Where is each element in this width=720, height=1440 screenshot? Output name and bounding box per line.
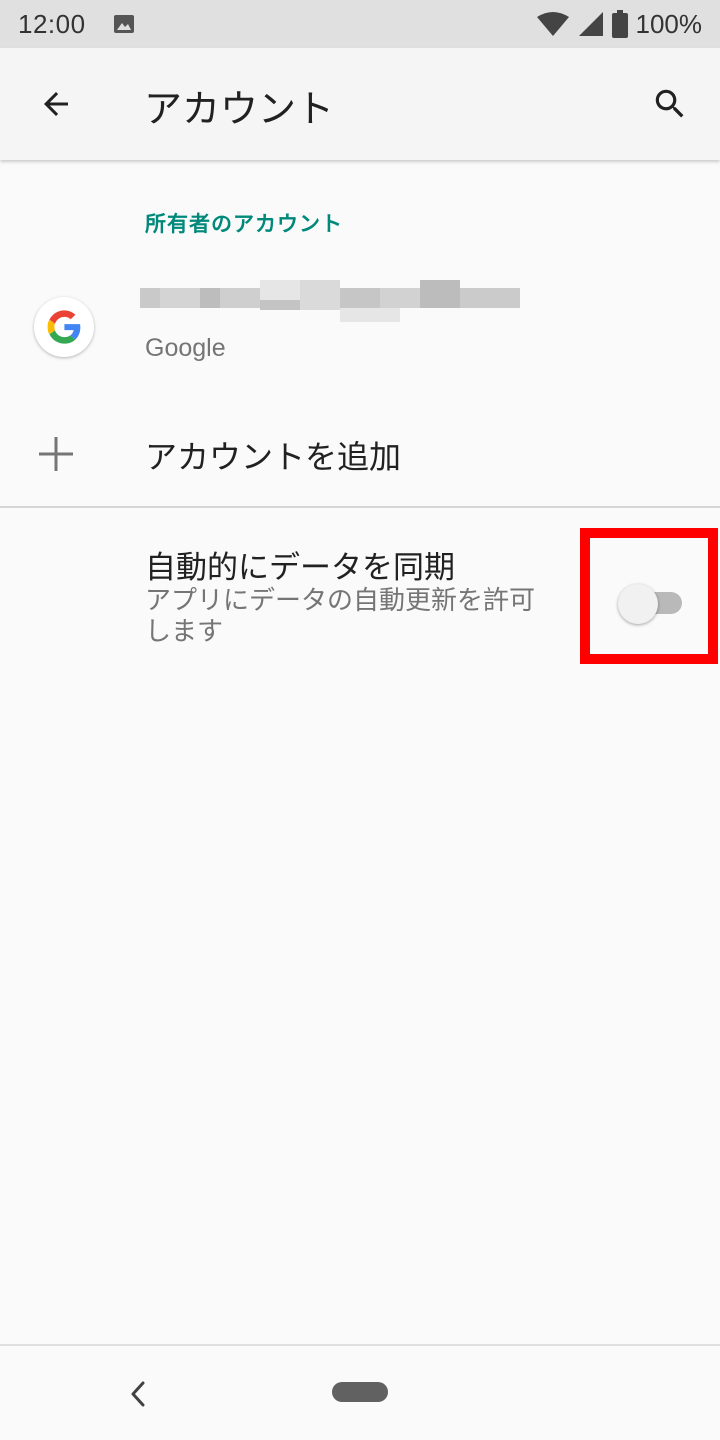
arrow-back-icon — [44, 92, 68, 116]
redacted-account-email — [140, 280, 520, 322]
nav-back-button[interactable] — [118, 1374, 158, 1414]
wifi-icon — [536, 12, 569, 36]
search-button[interactable] — [638, 76, 702, 132]
screen: 12:00 100% アカウント 所有者のアカウント Google アカウントを… — [0, 0, 720, 1440]
auto-sync-summary: アプリにデータの自動更新を許可します — [145, 586, 536, 647]
battery-percentage: 100% — [635, 8, 703, 39]
google-account-row[interactable]: Google — [0, 262, 720, 382]
cell-signal-icon — [578, 12, 603, 36]
status-time: 12:00 — [18, 8, 86, 39]
section-header-owner-accounts: 所有者のアカウント — [145, 212, 343, 236]
add-account-button[interactable]: アカウントを追加 — [0, 402, 720, 506]
image-notification-icon — [113, 15, 134, 33]
app-bar: アカウント — [0, 48, 720, 160]
auto-sync-title: 自動的にデータを同期 — [145, 550, 455, 586]
nav-back-icon — [131, 1381, 145, 1407]
account-type-label: Google — [145, 334, 226, 362]
nav-home-pill[interactable] — [332, 1382, 388, 1402]
status-icons: 100% — [536, 8, 703, 40]
page-title: アカウント — [144, 87, 335, 131]
auto-sync-row[interactable]: 自動的にデータを同期 アプリにデータの自動更新を許可します — [0, 508, 720, 668]
battery-icon — [611, 10, 628, 38]
auto-sync-toggle[interactable] — [614, 582, 684, 624]
toggle-thumb — [618, 584, 658, 624]
navigation-bar — [0, 1346, 720, 1440]
plus-icon — [39, 437, 73, 471]
google-logo-icon — [34, 297, 94, 357]
status-bar: 12:00 100% — [0, 0, 720, 48]
add-account-label: アカウントを追加 — [145, 438, 402, 476]
back-button[interactable] — [24, 76, 88, 132]
search-icon — [655, 89, 684, 118]
